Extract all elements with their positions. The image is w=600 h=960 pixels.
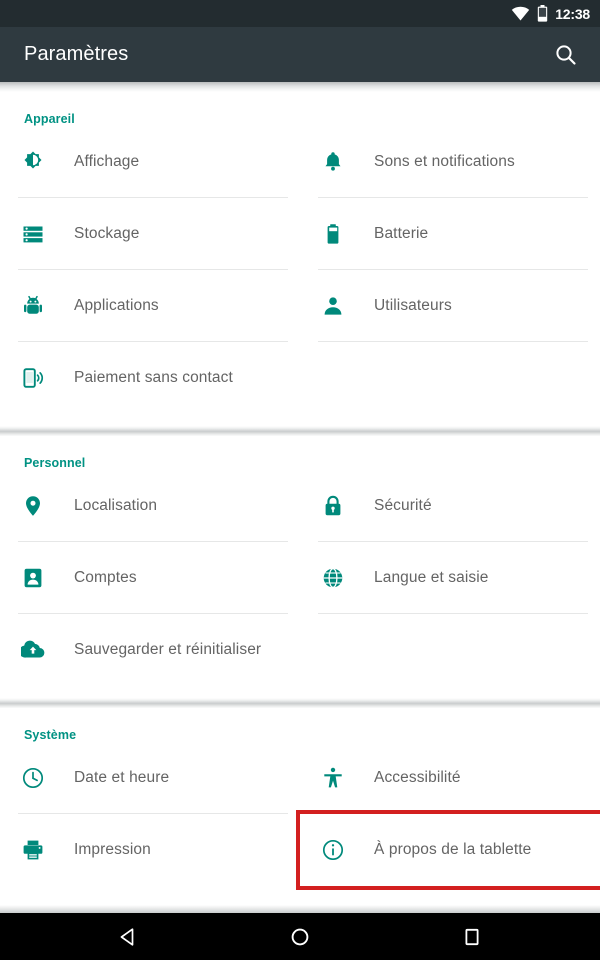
settings-item-label: Accessibilité xyxy=(374,769,461,786)
action-bar: Paramètres xyxy=(0,27,600,82)
settings-item-label: Sons et notifications xyxy=(374,153,515,170)
settings-item-label: Batterie xyxy=(374,225,429,242)
settings-list[interactable]: Appareil Affichage Sons et notifications… xyxy=(0,92,600,913)
settings-item-label: Langue et saisie xyxy=(374,569,489,586)
contact-card-icon xyxy=(18,566,48,590)
settings-item-securite[interactable]: Sécurité xyxy=(300,470,600,542)
battery-icon xyxy=(318,222,348,246)
section-separator xyxy=(0,698,600,708)
status-icons: 12:38 xyxy=(511,5,590,22)
section-rows-appareil: Affichage Sons et notifications Stockage… xyxy=(0,126,600,426)
page-title: Paramètres xyxy=(24,43,129,65)
action-bar-shadow xyxy=(0,82,600,92)
section-rows-personnel: Localisation Sécurité Comptes Langue et … xyxy=(0,470,600,698)
home-button[interactable] xyxy=(276,913,324,960)
home-circle-icon xyxy=(289,926,311,948)
section-separator xyxy=(0,426,600,436)
settings-item-a-propos-de-la-tablette[interactable]: À propos de la tablette xyxy=(296,810,600,890)
search-icon xyxy=(554,43,578,67)
settings-item-label: Utilisateurs xyxy=(374,297,452,314)
settings-item-affichage[interactable]: Affichage xyxy=(0,126,300,198)
clock-icon xyxy=(18,766,48,790)
settings-item-label: Date et heure xyxy=(74,769,170,786)
settings-item-label: À propos de la tablette xyxy=(374,841,532,858)
globe-icon xyxy=(318,566,348,590)
section-appareil: Appareil Affichage Sons et notifications… xyxy=(0,92,600,426)
settings-item-label: Affichage xyxy=(74,153,140,170)
info-icon xyxy=(318,838,348,862)
settings-item-sons-et-notifications[interactable]: Sons et notifications xyxy=(300,126,600,198)
lock-icon xyxy=(318,494,348,518)
back-button[interactable] xyxy=(104,913,152,960)
android-robot-icon xyxy=(18,294,48,318)
status-bar: 12:38 xyxy=(0,0,600,27)
settings-screen: 12:38 Paramètres Appareil Affichage Sons… xyxy=(0,0,600,960)
printer-icon xyxy=(18,838,48,862)
settings-item-label: Localisation xyxy=(74,497,158,514)
settings-item-label: Impression xyxy=(74,841,151,858)
settings-item-localisation[interactable]: Localisation xyxy=(0,470,300,542)
map-pin-icon xyxy=(18,494,48,518)
settings-item-applications[interactable]: Applications xyxy=(0,270,300,342)
brightness-icon xyxy=(18,150,48,174)
recents-button[interactable] xyxy=(448,913,496,960)
settings-item-label: Paiement sans contact xyxy=(74,369,233,386)
back-triangle-icon xyxy=(117,926,139,948)
settings-item-label: Applications xyxy=(74,297,159,314)
settings-item-stockage[interactable]: Stockage xyxy=(0,198,300,270)
settings-item-label: Sauvegarder et réinitialiser xyxy=(74,641,262,658)
section-header-appareil: Appareil xyxy=(24,112,75,126)
section-header-systeme: Système xyxy=(24,728,77,742)
cloud-upload-icon xyxy=(18,638,48,662)
navigation-bar xyxy=(0,913,600,960)
settings-item-date-et-heure[interactable]: Date et heure xyxy=(0,742,300,814)
section-personnel: Personnel Localisation Sécurité Comptes … xyxy=(0,436,600,698)
section-systeme: Système Date et heure Accessibilité Impr… xyxy=(0,708,600,898)
settings-item-impression[interactable]: Impression xyxy=(0,814,300,886)
accessibility-icon xyxy=(318,766,348,790)
row-divider xyxy=(318,341,588,342)
nfc-phone-icon xyxy=(18,366,48,390)
storage-list-icon xyxy=(18,222,48,246)
settings-item-label: Stockage xyxy=(74,225,140,242)
settings-item-sauvegarder-et-reinitialiser[interactable]: Sauvegarder et réinitialiser xyxy=(0,614,300,686)
battery-icon xyxy=(537,5,548,22)
settings-item-batterie[interactable]: Batterie xyxy=(300,198,600,270)
person-icon xyxy=(318,294,348,318)
section-rows-systeme: Date et heure Accessibilité Impression À… xyxy=(0,742,600,898)
settings-item-comptes[interactable]: Comptes xyxy=(0,542,300,614)
section-header-personnel: Personnel xyxy=(24,456,86,470)
wifi-icon xyxy=(511,6,530,21)
search-button[interactable] xyxy=(542,31,590,79)
settings-item-accessibilite[interactable]: Accessibilité xyxy=(300,742,600,814)
recents-square-icon xyxy=(461,926,483,948)
row-divider xyxy=(318,613,588,614)
settings-item-label: Comptes xyxy=(74,569,137,586)
status-clock: 12:38 xyxy=(555,5,590,22)
settings-item-paiement-sans-contact[interactable]: Paiement sans contact xyxy=(0,342,300,414)
settings-item-utilisateurs[interactable]: Utilisateurs xyxy=(300,270,600,342)
settings-item-langue-et-saisie[interactable]: Langue et saisie xyxy=(300,542,600,614)
bell-icon xyxy=(318,150,348,174)
settings-item-label: Sécurité xyxy=(374,497,432,514)
content-bottom-edge xyxy=(0,905,600,913)
